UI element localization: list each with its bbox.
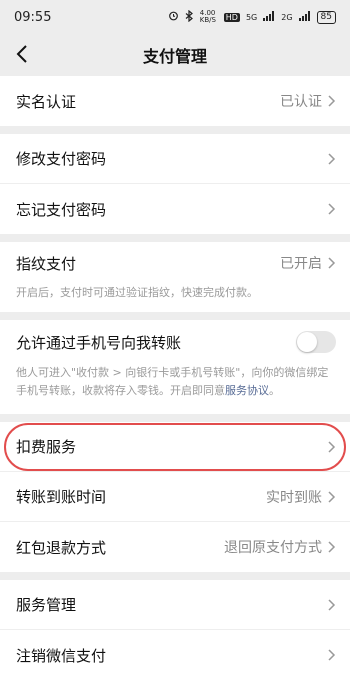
- row-fingerprint[interactable]: 指纹支付 已开启: [0, 242, 350, 284]
- group-fingerprint: 指纹支付 已开启 开启后，支付时可通过验证指纹，快速完成付款。: [0, 242, 350, 312]
- phone-transfer-label: 允许通过手机号向我转账: [16, 333, 182, 352]
- group-real-name: 实名认证 已认证: [0, 76, 350, 126]
- chevron-right-icon: [328, 649, 336, 661]
- chevron-right-icon: [328, 152, 336, 165]
- bluetooth-icon: [185, 9, 194, 25]
- phone-transfer-description: 他人可进入"收付款 > 向银行卡或手机号转账"，向你的微信绑定手机号转账，收款将…: [0, 364, 350, 414]
- alarm-icon: [168, 10, 179, 24]
- chevron-right-icon: [328, 95, 336, 107]
- change-password-label: 修改支付密码: [16, 150, 107, 168]
- chevron-right-icon: [328, 598, 336, 611]
- back-arrow-icon: [16, 45, 27, 63]
- signal-2g: 2G: [281, 12, 293, 22]
- phone-transfer-toggle[interactable]: [296, 331, 336, 353]
- chevron-right-icon: [328, 440, 336, 453]
- row-real-name[interactable]: 实名认证 已认证: [0, 76, 350, 126]
- nav-bar: 支付管理: [0, 34, 350, 76]
- chevron-right-icon: [328, 257, 336, 269]
- cancel-wechat-pay-label: 注销微信支付: [16, 646, 107, 665]
- group-password: 修改支付密码 忘记支付密码: [0, 134, 350, 234]
- row-phone-transfer: 允许通过手机号向我转账: [0, 320, 350, 364]
- fingerprint-label: 指纹支付: [16, 254, 77, 273]
- fingerprint-description: 开启后，支付时可通过验证指纹，快速完成付款。: [16, 286, 258, 299]
- status-icons: 4.00 KB/S HD 5G 2G 85: [168, 9, 336, 25]
- row-cancel-wechat-pay[interactable]: 注销微信支付: [0, 630, 350, 680]
- battery-icon: 85: [316, 10, 336, 24]
- row-arrival-time[interactable]: 转账到账时间 实时到账: [0, 472, 350, 522]
- chevron-right-icon: [328, 541, 336, 553]
- service-agreement-link[interactable]: 服务协议: [225, 384, 269, 397]
- signal-5g: 5G: [245, 12, 258, 22]
- phone-transfer-desc-end: 。: [269, 384, 280, 397]
- chevron-right-icon: [328, 490, 336, 503]
- arrival-time-label: 转账到账时间: [16, 488, 107, 506]
- red-packet-refund-value: 退回原支付方式: [224, 540, 322, 556]
- row-change-password[interactable]: 修改支付密码: [0, 134, 350, 184]
- service-manage-label: 服务管理: [16, 596, 77, 614]
- real-name-label: 实名认证: [16, 92, 77, 111]
- signal-bars-2-icon: [298, 10, 311, 24]
- group-phone-transfer: 允许通过手机号向我转账 他人可进入"收付款 > 向银行卡或手机号转账"，向你的微…: [0, 320, 350, 414]
- row-deduction-service[interactable]: 扣费服务: [0, 422, 350, 472]
- status-time: 09:55: [14, 9, 52, 25]
- group-service-manage: 服务管理 注销微信支付: [0, 580, 350, 680]
- forgot-password-label: 忘记支付密码: [16, 200, 107, 219]
- signal-bars-icon: [263, 10, 275, 24]
- status-bar: 09:55 4.00 KB/S HD 5G 2G 85: [0, 0, 350, 34]
- deduction-service-label: 扣费服务: [16, 438, 77, 456]
- row-service-manage[interactable]: 服务管理: [0, 580, 350, 630]
- hd-badge: HD: [223, 12, 240, 22]
- real-name-status: 已认证: [280, 94, 322, 110]
- network-speed: 4.00 KB/S: [199, 9, 216, 24]
- phone-transfer-desc-text: 他人可进入"收付款 > 向银行卡或手机号转账"，向你的微信绑定手机号转账，收款将…: [16, 366, 329, 397]
- red-packet-refund-label: 红包退款方式: [16, 538, 107, 557]
- back-button[interactable]: [10, 42, 34, 66]
- page-title: 支付管理: [142, 47, 207, 66]
- toggle-knob: [297, 332, 317, 352]
- group-payment-settings: 扣费服务 转账到账时间 实时到账 红包退款方式 退回原支付方式: [0, 422, 350, 572]
- fingerprint-status: 已开启: [280, 256, 322, 272]
- arrival-time-value: 实时到账: [266, 489, 322, 506]
- chevron-right-icon: [328, 203, 336, 215]
- row-forgot-password[interactable]: 忘记支付密码: [0, 184, 350, 234]
- row-red-packet-refund[interactable]: 红包退款方式 退回原支付方式: [0, 522, 350, 572]
